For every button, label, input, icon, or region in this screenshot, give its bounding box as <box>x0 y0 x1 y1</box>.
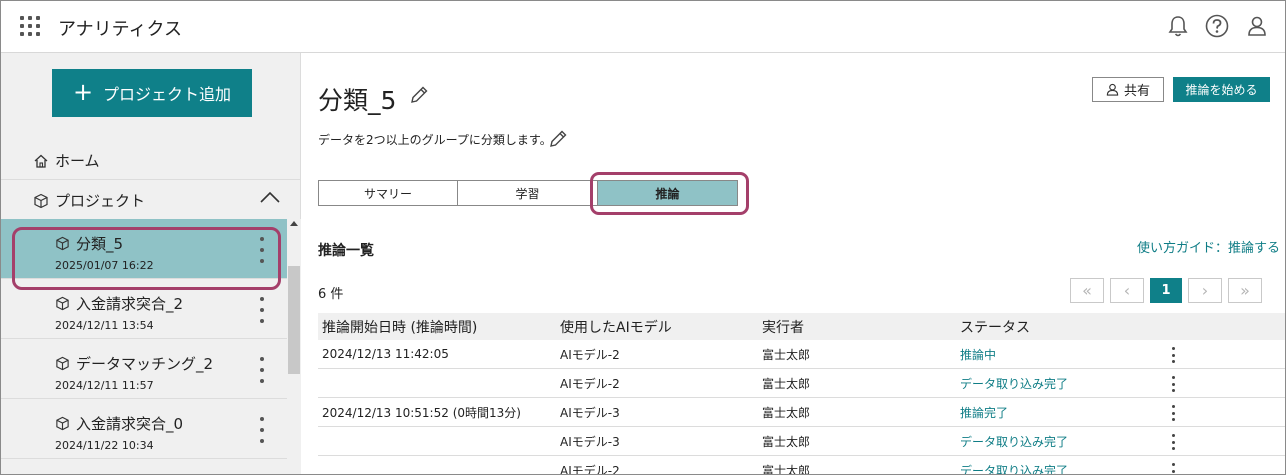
app-launcher-icon[interactable] <box>20 16 40 36</box>
column-header: ステータス <box>960 319 1030 336</box>
section-title: 推論一覧 <box>318 243 374 259</box>
cube-icon <box>56 236 69 251</box>
app-window: アナリティクス + プロジェクト追加 ホーム プロジェクト 分類_5 2025/… <box>0 0 1286 475</box>
table-row: AIモデル-3 富士太郎 データ取り込み完了 <box>318 427 1285 456</box>
tab-summary[interactable]: サマリー <box>318 180 458 206</box>
project-name: 分類_5 <box>76 235 124 253</box>
sidebar-scrollbar[interactable] <box>287 219 301 474</box>
project-name: 入金請求突合_0 <box>76 415 184 433</box>
scroll-up-arrow-icon[interactable] <box>290 221 298 226</box>
model-cell: AIモデル-3 <box>560 434 620 449</box>
sidebar-item-label: プロジェクト <box>55 192 146 210</box>
plus-icon: + <box>72 78 94 106</box>
start-time-cell: 2024/12/13 11:42:05 <box>322 347 449 361</box>
column-header: 使用したAIモデル <box>560 319 672 336</box>
cube-icon <box>56 356 69 371</box>
user-cell: 富士太郎 <box>762 376 811 391</box>
table-row: 2024/12/13 10:51:52 (0時間13分) AIモデル-3 富士太… <box>318 398 1285 427</box>
usage-guide-link[interactable]: 使い方ガイド：推論する <box>1137 237 1280 256</box>
sidebar: + プロジェクト追加 ホーム プロジェクト 分類_5 2025/01/07 16… <box>1 53 301 474</box>
top-bar: アナリティクス <box>1 1 1285 53</box>
more-options-icon[interactable] <box>1170 405 1176 421</box>
project-date: 2024/11/22 10:34 <box>55 439 154 452</box>
more-options-icon[interactable] <box>256 235 268 265</box>
user-icon <box>1106 83 1119 96</box>
start-time-cell: 2024/12/13 10:51:52 (0時間13分) <box>322 405 521 420</box>
status-link[interactable]: 推論中 <box>960 340 996 368</box>
more-options-icon[interactable] <box>1170 376 1176 392</box>
share-button[interactable]: 共有 <box>1092 77 1164 102</box>
model-cell: AIモデル-3 <box>560 405 620 420</box>
home-icon <box>34 154 48 168</box>
table-row: AIモデル-2 富士太郎 データ取り込み完了 <box>318 369 1285 398</box>
user-cell: 富士太郎 <box>762 463 811 475</box>
more-options-icon[interactable] <box>1170 463 1176 474</box>
status-link[interactable]: データ取り込み完了 <box>960 369 1068 397</box>
user-cell: 富士太郎 <box>762 405 811 420</box>
result-count: 6 件 <box>318 287 344 302</box>
more-options-icon[interactable] <box>256 295 268 325</box>
project-list: 分類_5 2025/01/07 16:22 入金請求突合_2 2024/12/1… <box>1 219 287 474</box>
model-cell: AIモデル-2 <box>560 376 620 391</box>
status-link[interactable]: 推論完了 <box>960 398 1008 426</box>
more-options-icon[interactable] <box>256 355 268 385</box>
tab-inference[interactable]: 推論 <box>598 180 738 206</box>
more-options-icon[interactable] <box>256 415 268 445</box>
project-date: 2025/01/07 16:22 <box>55 259 154 272</box>
more-options-icon[interactable] <box>1170 347 1176 363</box>
model-cell: AIモデル-2 <box>560 463 620 475</box>
project-item[interactable]: データマッチング_2 2024/12/11 11:57 <box>1 339 287 399</box>
column-header: 実行者 <box>762 319 804 336</box>
status-link[interactable]: データ取り込み完了 <box>960 456 1068 475</box>
project-date: 2024/12/11 13:54 <box>55 319 154 332</box>
cube-icon <box>34 193 48 208</box>
page-title: 分類_5 <box>318 86 397 115</box>
last-page-icon[interactable]: » <box>1228 278 1262 303</box>
model-cell: AIモデル-2 <box>560 347 620 362</box>
main-content: 分類_5 共有 推論を始める データを2つ以上のグループに分類します。 サマリー… <box>302 53 1285 475</box>
first-page-icon[interactable]: « <box>1070 278 1104 303</box>
start-inference-button[interactable]: 推論を始める <box>1173 77 1270 102</box>
prev-page-icon[interactable]: ‹ <box>1110 278 1144 303</box>
status-link[interactable]: データ取り込み完了 <box>960 427 1068 455</box>
more-options-icon[interactable] <box>1170 434 1176 450</box>
tab-training[interactable]: 学習 <box>458 180 598 206</box>
table-row: AIモデル-2 富士太郎 データ取り込み完了 <box>318 456 1285 475</box>
table-header: 推論開始日時 (推論時間) 使用したAIモデル 実行者 ステータス <box>318 313 1285 340</box>
page-number-button[interactable]: 1 <box>1150 278 1182 303</box>
app-title: アナリティクス <box>58 19 183 40</box>
sidebar-item-home[interactable]: ホーム <box>33 150 100 171</box>
bell-icon[interactable] <box>1165 13 1191 39</box>
user-account-icon[interactable] <box>1244 13 1270 39</box>
inference-table: 推論開始日時 (推論時間) 使用したAIモデル 実行者 ステータス 2024/1… <box>318 313 1285 475</box>
sidebar-item-projects[interactable]: プロジェクト <box>33 190 145 211</box>
next-page-icon[interactable]: › <box>1188 278 1222 303</box>
table-row: 2024/12/13 11:42:05 AIモデル-2 富士太郎 推論中 <box>318 340 1285 369</box>
project-item[interactable]: 入金請求突合_0 2024/11/22 10:34 <box>1 399 287 459</box>
project-description: データを2つ以上のグループに分類します。 <box>318 133 552 147</box>
pagination: « ‹ 1 › » <box>1070 278 1262 303</box>
project-name: データマッチング_2 <box>76 355 214 373</box>
tab-bar: サマリー 学習 推論 <box>318 180 738 206</box>
help-icon[interactable] <box>1204 13 1230 39</box>
project-item-active[interactable]: 分類_5 2025/01/07 16:22 <box>1 219 287 279</box>
scrollbar-thumb[interactable] <box>288 266 300 374</box>
add-project-label: プロジェクト追加 <box>103 85 232 104</box>
sidebar-item-label: ホーム <box>55 152 100 170</box>
cube-icon <box>56 296 69 311</box>
column-header: 推論開始日時 (推論時間) <box>322 319 478 336</box>
cube-icon <box>56 416 69 431</box>
chevron-up-icon[interactable] <box>259 190 281 204</box>
project-item[interactable]: 入金請求突合_2 2024/12/11 13:54 <box>1 279 287 339</box>
project-date: 2024/12/11 11:57 <box>55 379 154 392</box>
edit-title-pencil-icon[interactable] <box>408 84 430 106</box>
add-project-button[interactable]: + プロジェクト追加 <box>52 69 252 117</box>
share-label: 共有 <box>1123 84 1150 99</box>
user-cell: 富士太郎 <box>762 347 811 362</box>
project-name: 入金請求突合_2 <box>76 295 184 313</box>
user-cell: 富士太郎 <box>762 434 811 449</box>
edit-description-pencil-icon[interactable] <box>547 128 569 150</box>
